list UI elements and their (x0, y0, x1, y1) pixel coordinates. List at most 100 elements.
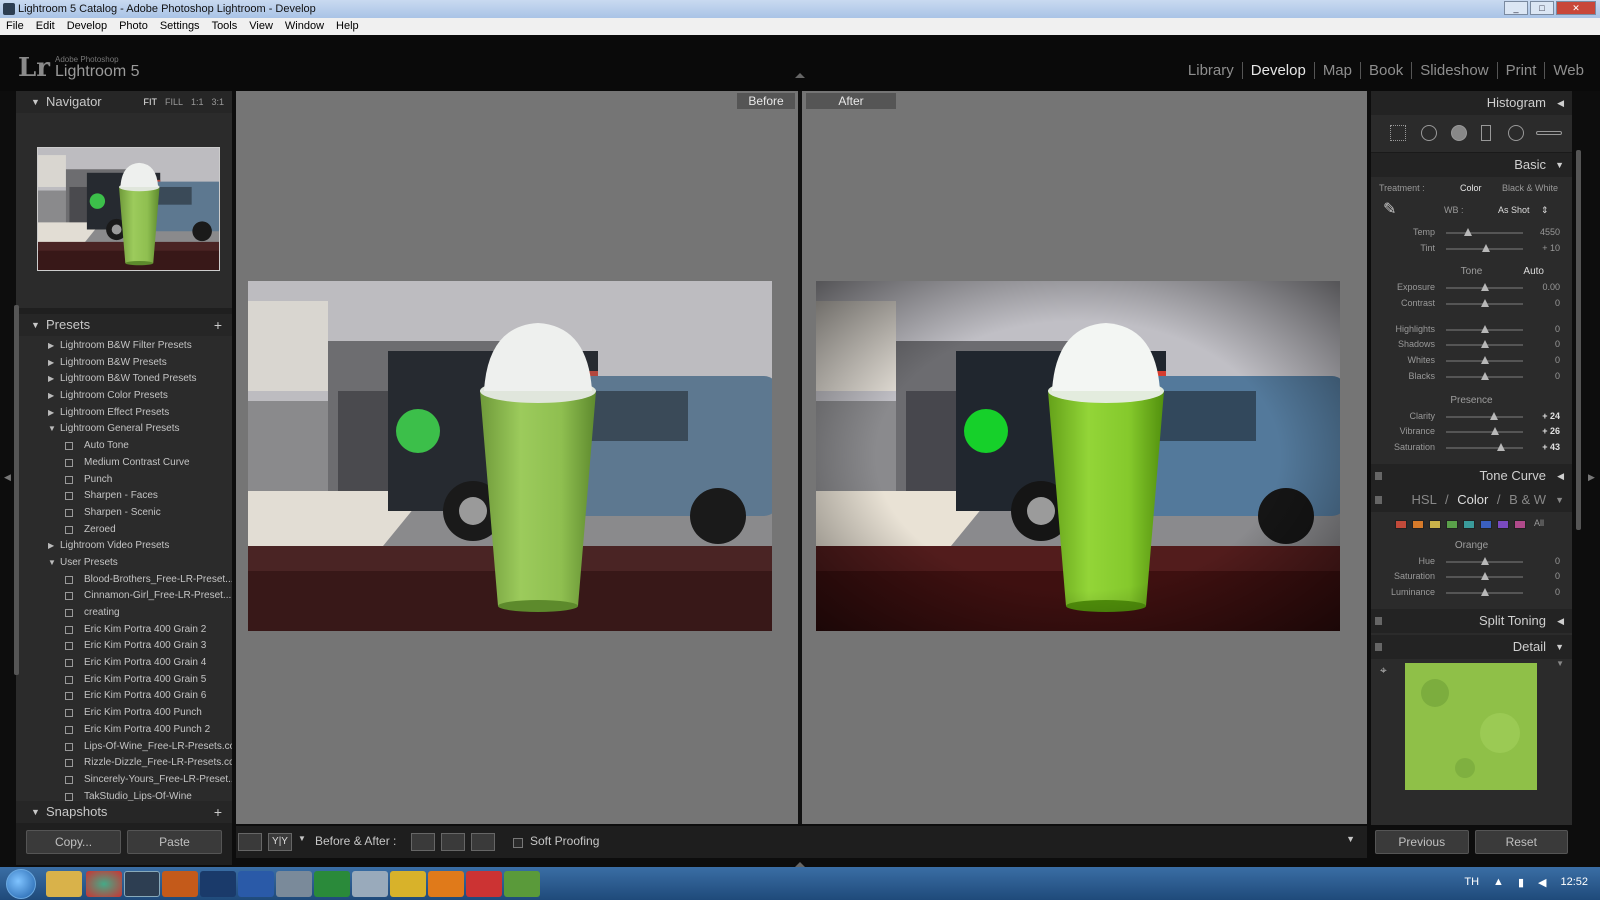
menu-item-view[interactable]: View (249, 18, 273, 35)
navigator-preview[interactable] (16, 113, 232, 308)
preset-item[interactable]: Eric Kim Portra 400 Punch (16, 705, 232, 722)
notepad-taskbar-icon[interactable] (352, 871, 388, 897)
preset-item[interactable]: Eric Kim Portra 400 Grain 4 (16, 655, 232, 672)
preset-item[interactable]: Medium Contrast Curve (16, 455, 232, 472)
preset-folder[interactable]: ▶ Lightroom Video Presets (16, 538, 232, 555)
volume-icon[interactable]: ◀ (1538, 876, 1546, 889)
paste-button[interactable]: Paste (127, 830, 222, 854)
slider-thumb[interactable] (1480, 283, 1489, 292)
module-develop[interactable]: Develop (1243, 62, 1315, 79)
split-toning-header[interactable]: Split Toning ◀ (1371, 608, 1572, 633)
preset-item[interactable]: TakStudio_Lips-Of-Wine (16, 789, 232, 801)
reset-button[interactable]: Reset (1474, 830, 1568, 854)
all-colors-option[interactable]: All (1534, 518, 1544, 528)
app2-taskbar-icon[interactable] (466, 871, 502, 897)
preset-folder[interactable]: ▶ Lightroom B&W Presets (16, 355, 232, 372)
left-panel-scrollbar[interactable] (14, 305, 19, 675)
swap-before-after-icon[interactable] (471, 833, 495, 851)
toolbar-options-icon[interactable]: ▼ (1346, 834, 1355, 844)
wb-dropdown-icon[interactable]: ⇕ (1541, 199, 1549, 221)
wb-eyedropper-icon[interactable]: ✎ (1383, 199, 1396, 221)
vlc-taskbar-icon[interactable] (428, 871, 464, 897)
hsl-tab[interactable]: HSL (1412, 492, 1437, 507)
menu-item-help[interactable]: Help (336, 18, 359, 35)
hsl-header[interactable]: HSL / Color / B & W ▼ (1371, 487, 1572, 512)
menu-item-develop[interactable]: Develop (67, 18, 107, 35)
after-photo[interactable] (816, 281, 1340, 631)
panel-switch-icon[interactable] (1375, 495, 1382, 504)
preset-item[interactable]: Sincerely-Yours_Free-LR-Preset... (16, 772, 232, 789)
left-panel-toggle-icon[interactable]: ◀ (4, 472, 11, 483)
right-panel-toggle-icon[interactable]: ▶ (1588, 472, 1595, 483)
module-library[interactable]: Library (1180, 62, 1243, 79)
adjustment-brush-icon[interactable] (1536, 131, 1562, 135)
slider-thumb[interactable] (1480, 587, 1489, 596)
copy-button[interactable]: Copy... (26, 830, 121, 854)
navigator-zoom-fit[interactable]: FIT (143, 91, 157, 113)
color-swatch[interactable] (1446, 519, 1458, 529)
slider-thumb[interactable] (1480, 340, 1489, 349)
color-tab[interactable]: Color (1457, 492, 1488, 507)
module-map[interactable]: Map (1315, 62, 1361, 79)
preset-folder[interactable]: ▶ Lightroom B&W Toned Presets (16, 371, 232, 388)
crop-tool-icon[interactable] (1390, 125, 1406, 141)
previous-button[interactable]: Previous (1375, 830, 1469, 854)
preset-item[interactable]: Lips-Of-Wine_Free-LR-Presets.co (16, 739, 232, 756)
slider-thumb[interactable] (1480, 356, 1489, 365)
panel-switch-icon[interactable] (1375, 471, 1382, 480)
slider-value[interactable]: 0 (1555, 556, 1560, 566)
slider-value[interactable]: 0 (1555, 571, 1560, 581)
preset-item[interactable]: Zeroed (16, 522, 232, 539)
preset-item[interactable]: Eric Kim Portra 400 Grain 6 (16, 688, 232, 705)
slider-thumb[interactable] (1480, 299, 1489, 308)
navigator-header[interactable]: ▼ Navigator FIT FILL 1:1 3:1 (16, 91, 232, 113)
menu-item-file[interactable]: File (6, 18, 24, 35)
module-web[interactable]: Web (1545, 62, 1592, 79)
preset-folder[interactable]: ▶ Lightroom Effect Presets (16, 405, 232, 422)
excel-taskbar-icon[interactable] (314, 871, 350, 897)
slider-value[interactable]: 4550 (1540, 227, 1560, 237)
tone-curve-header[interactable]: Tone Curve ◀ (1371, 463, 1572, 488)
before-photo[interactable] (248, 281, 772, 631)
panel-switch-icon[interactable] (1375, 642, 1382, 651)
folder-open-triangle-icon[interactable]: ▼ (48, 555, 56, 572)
lightroom-taskbar-icon[interactable] (124, 871, 160, 897)
slider-track[interactable] (1446, 232, 1523, 234)
folder-closed-triangle-icon[interactable]: ▶ (48, 371, 54, 388)
tray-expand-icon[interactable]: ▲ (1493, 876, 1504, 889)
folder-closed-triangle-icon[interactable]: ▶ (48, 388, 54, 405)
module-book[interactable]: Book (1361, 62, 1413, 79)
preset-item[interactable]: Eric Kim Portra 400 Grain 2 (16, 622, 232, 639)
before-after-mode-button[interactable]: Y|Y (268, 833, 292, 851)
basic-header[interactable]: Basic ▼ (1371, 153, 1572, 177)
detail-target-icon[interactable]: ⌖ (1380, 663, 1387, 678)
preset-item[interactable]: Eric Kim Portra 400 Grain 3 (16, 638, 232, 655)
folder-open-triangle-icon[interactable]: ▼ (48, 421, 56, 438)
color-swatch[interactable] (1480, 519, 1492, 529)
color-swatch[interactable] (1412, 519, 1424, 529)
presets-header[interactable]: ▼ Presets + (16, 314, 232, 336)
slider-value[interactable]: + 26 (1542, 426, 1560, 436)
maximize-icon[interactable]: □ (1530, 1, 1554, 15)
treatment-color-option[interactable]: Color (1460, 177, 1482, 199)
slider-value[interactable]: + 10 (1542, 243, 1560, 253)
preset-item[interactable]: Rizzle-Dizzle_Free-LR-Presets.co (16, 755, 232, 772)
preset-item[interactable]: Blood-Brothers_Free-LR-Preset... (16, 572, 232, 589)
network-icon[interactable]: ▮ (1518, 876, 1524, 889)
preset-item[interactable]: Auto Tone (16, 438, 232, 455)
preset-item[interactable]: Sharpen - Faces (16, 488, 232, 505)
right-panel-scrollbar[interactable] (1576, 150, 1581, 530)
slider-thumb[interactable] (1463, 228, 1472, 236)
preset-item[interactable]: Eric Kim Portra 400 Punch 2 (16, 722, 232, 739)
module-slideshow[interactable]: Slideshow (1412, 62, 1498, 79)
color-swatch[interactable] (1463, 519, 1475, 529)
word-taskbar-icon[interactable] (238, 871, 274, 897)
slider-track[interactable] (1446, 431, 1523, 434)
minimize-icon[interactable]: _ (1504, 1, 1528, 15)
menu-item-edit[interactable]: Edit (36, 18, 55, 35)
slider-thumb[interactable] (1480, 324, 1489, 333)
slider-value[interactable]: 0 (1555, 324, 1560, 334)
explorer-taskbar-icon[interactable] (46, 871, 82, 897)
slider-value[interactable]: 0 (1555, 298, 1560, 308)
histogram-header[interactable]: Histogram ◀ (1371, 91, 1572, 115)
